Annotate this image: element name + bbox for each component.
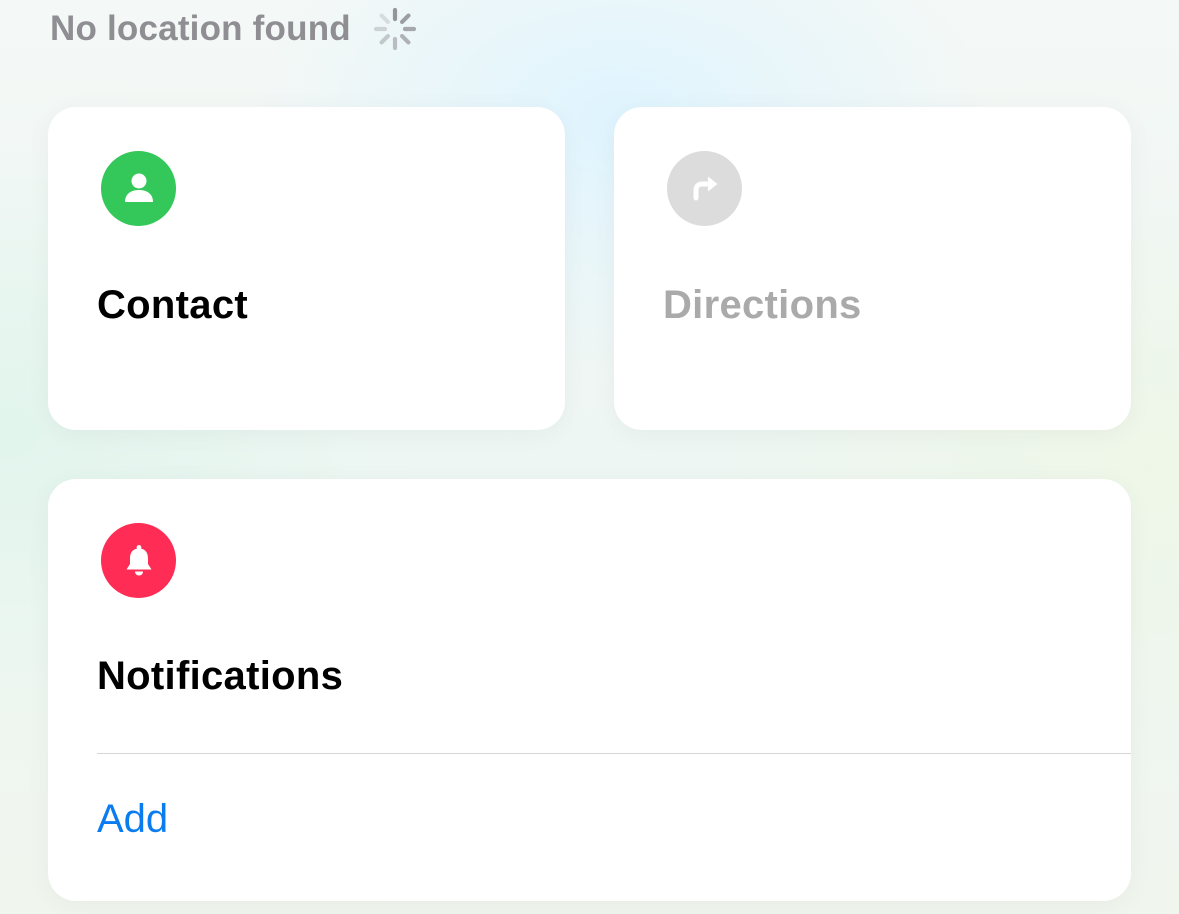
notifications-label: Notifications bbox=[97, 654, 344, 698]
contact-icon-badge bbox=[101, 151, 176, 226]
person-icon bbox=[124, 173, 153, 202]
contact-label: Contact bbox=[97, 283, 248, 327]
location-status: No location found bbox=[50, 4, 419, 54]
notifications-card: Notifications Add bbox=[48, 479, 1131, 901]
turn-right-arrow-icon bbox=[693, 176, 717, 200]
notifications-icon-badge bbox=[101, 523, 176, 598]
divider bbox=[97, 753, 1131, 754]
location-status-text: No location found bbox=[50, 9, 351, 48]
contact-card[interactable]: Contact bbox=[48, 107, 565, 430]
directions-card[interactable]: Directions bbox=[614, 107, 1131, 430]
bell-icon bbox=[126, 544, 151, 575]
add-notification-button[interactable]: Add bbox=[97, 797, 168, 842]
activity-spinner-icon bbox=[373, 7, 416, 51]
directions-label: Directions bbox=[663, 283, 862, 327]
directions-icon-badge bbox=[667, 151, 742, 226]
